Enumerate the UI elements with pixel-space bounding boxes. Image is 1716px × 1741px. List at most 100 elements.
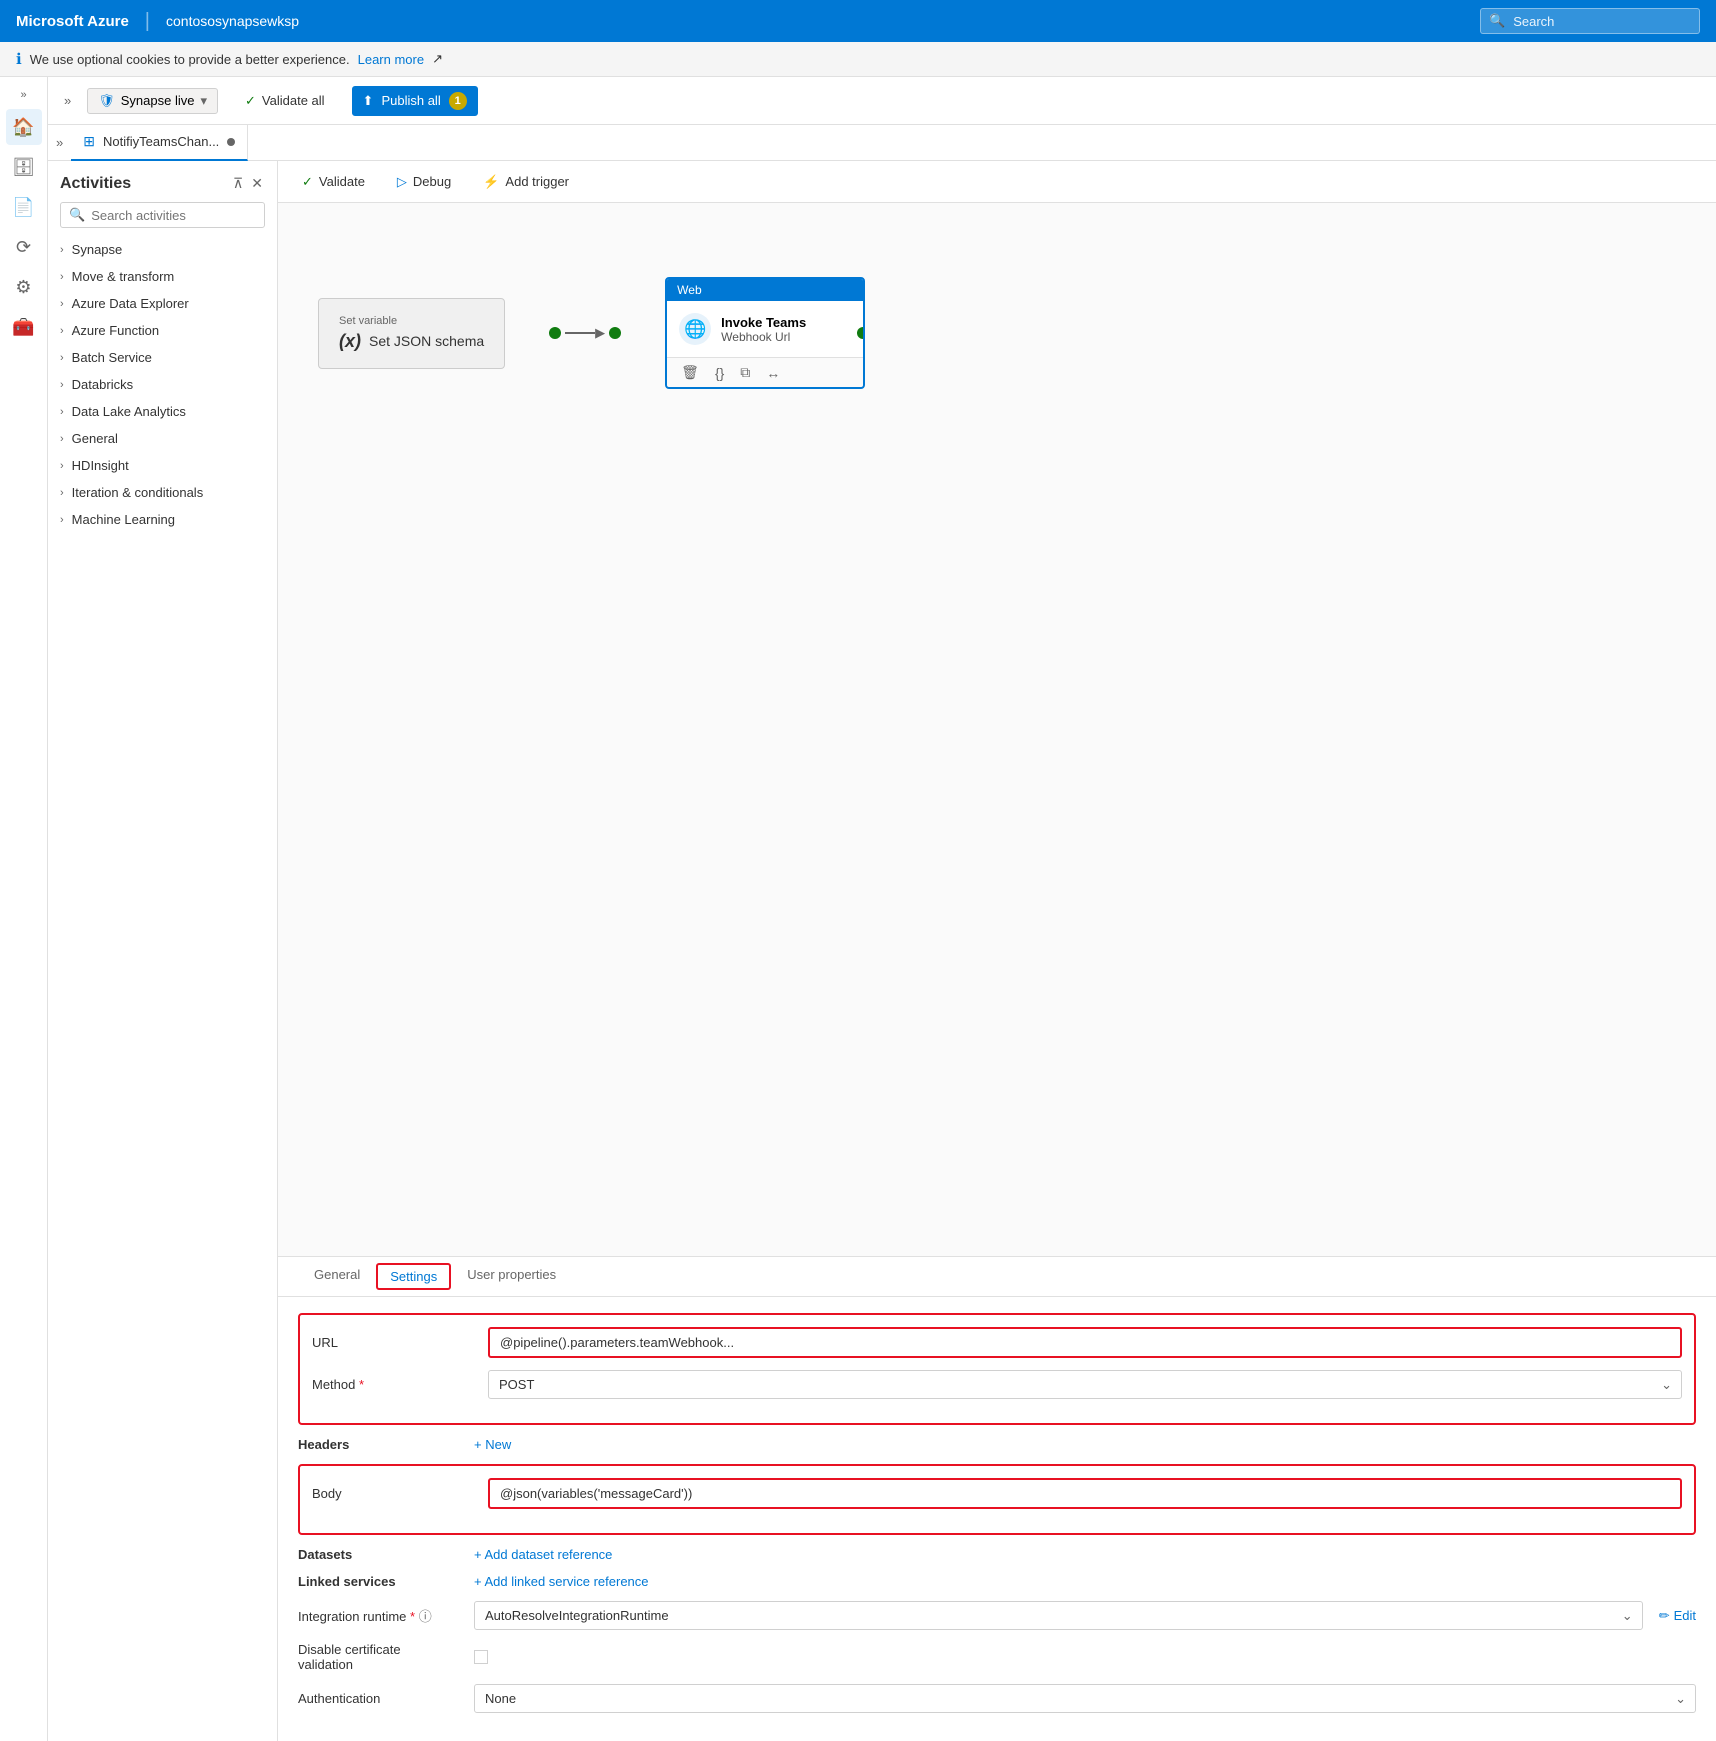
code-btn[interactable]: {} — [711, 362, 728, 383]
activity-group-azure-function[interactable]: › Azure Function — [48, 317, 277, 344]
tab-settings[interactable]: Settings — [376, 1263, 451, 1290]
web-node[interactable]: Web 🌐 Invoke Teams Webhook Url 🗑 — [665, 277, 865, 389]
auth-select[interactable]: None Basic MSI — [474, 1684, 1696, 1713]
add-linked-service-button[interactable]: + Add linked service reference — [474, 1574, 649, 1589]
learn-more-link[interactable]: Learn more — [358, 52, 424, 67]
headers-row: Headers + New — [298, 1437, 1696, 1452]
nav-data[interactable]: 🗄 — [6, 149, 42, 185]
tab-modified-dot — [227, 138, 235, 146]
cookie-banner: ℹ We use optional cookies to provide a b… — [0, 42, 1716, 77]
chevron-icon: › — [60, 514, 64, 526]
headers-new-button[interactable]: + New — [474, 1437, 511, 1452]
activity-group-ml[interactable]: › Machine Learning — [48, 506, 277, 533]
target-dot — [609, 327, 621, 339]
group-label: HDInsight — [72, 458, 129, 473]
info-icon: ⓘ — [419, 1609, 432, 1624]
synapse-label: Synapse live — [121, 93, 195, 108]
method-select-wrapper[interactable]: POST GET PUT DELETE — [488, 1370, 1682, 1399]
chevron-icon: › — [60, 433, 64, 445]
group-label: Batch Service — [72, 350, 152, 365]
method-select[interactable]: POST GET PUT DELETE — [488, 1370, 1682, 1399]
body-input[interactable] — [488, 1478, 1682, 1509]
nav-docs[interactable]: 📄 — [6, 189, 42, 225]
datasets-row: Datasets + Add dataset reference — [298, 1547, 1696, 1562]
node-label: Set JSON schema — [369, 333, 484, 349]
publish-all-button[interactable]: ⬆ Publish all 1 — [352, 86, 478, 116]
integration-runtime-label: Integration runtime * ⓘ — [298, 1606, 458, 1625]
group-label: Azure Function — [72, 323, 159, 338]
chevron-icon: › — [60, 298, 64, 310]
pipeline-canvas: Set variable (x) Set JSON schema ▶ — [278, 203, 1716, 463]
tab-expand-left[interactable]: » — [56, 135, 63, 150]
arrow-btn[interactable]: ↔ — [762, 362, 784, 383]
activity-group-iteration[interactable]: › Iteration & conditionals — [48, 479, 277, 506]
ir-select[interactable]: AutoResolveIntegrationRuntime — [474, 1601, 1643, 1630]
group-label: Databricks — [72, 377, 133, 392]
activity-group-ade[interactable]: › Azure Data Explorer — [48, 290, 277, 317]
output-dot — [857, 327, 865, 339]
toolbar-expand[interactable]: » — [64, 93, 71, 108]
activity-group-batch[interactable]: › Batch Service — [48, 344, 277, 371]
activity-group-move[interactable]: › Move & transform — [48, 263, 277, 290]
settings-panel: General Settings User properties URL — [278, 1256, 1716, 1741]
activities-title: Activities — [60, 175, 131, 193]
tab-user-properties[interactable]: User properties — [451, 1257, 572, 1296]
synapse-dropdown-icon[interactable]: ▾ — [200, 93, 207, 109]
activity-group-datalake[interactable]: › Data Lake Analytics — [48, 398, 277, 425]
activity-group-synapse[interactable]: › Synapse — [48, 236, 277, 263]
auth-select-wrapper[interactable]: None Basic MSI — [474, 1684, 1696, 1713]
activity-group-databricks[interactable]: › Databricks — [48, 371, 277, 398]
chevron-icon: › — [60, 460, 64, 472]
upload-icon: ⬆ — [363, 93, 374, 109]
ir-select-wrapper[interactable]: AutoResolveIntegrationRuntime — [474, 1601, 1643, 1630]
divider: | — [145, 10, 150, 33]
activities-panel: Activities ⊼ ✕ 🔍 › Synapse — [48, 161, 278, 1741]
top-bar: Microsoft Azure | contososynapsewksp 🔍 S… — [0, 0, 1716, 42]
add-trigger-button[interactable]: ⚡ Add trigger — [475, 170, 577, 194]
canvas-workspace[interactable]: Set variable (x) Set JSON schema ▶ — [278, 203, 1716, 1256]
publish-badge: 1 — [449, 92, 467, 110]
activities-search-input[interactable] — [91, 208, 256, 223]
cert-checkbox[interactable] — [474, 1650, 488, 1664]
validate-button[interactable]: ✓ Validate — [294, 170, 373, 194]
node-content: (x) Set JSON schema — [339, 331, 484, 352]
canvas-toolbar: ✓ Validate ▷ Debug ⚡ Add trigger — [278, 161, 1716, 203]
add-dataset-button[interactable]: + Add dataset reference — [474, 1547, 612, 1562]
copy-btn[interactable]: ⧉ — [736, 362, 754, 383]
edit-ir-button[interactable]: ✏ Edit — [1659, 1608, 1696, 1624]
close-panel-btn[interactable]: ✕ — [249, 173, 265, 194]
info-icon: ℹ — [16, 50, 22, 68]
activities-list: › Synapse › Move & transform › Azure Dat… — [48, 236, 277, 1741]
body-box: Body — [298, 1464, 1696, 1535]
collapse-btn[interactable]: ⊼ — [231, 173, 245, 194]
tab-notifiy-teams[interactable]: ⊞ NotifiyTeamsChan... — [71, 125, 248, 161]
web-node-header: Web — [667, 279, 863, 301]
validate-all-button[interactable]: ✓ Validate all — [234, 87, 336, 115]
delete-btn[interactable]: 🗑 — [677, 362, 703, 383]
tab-general[interactable]: General — [298, 1257, 376, 1296]
nav-expand-btn[interactable]: » — [6, 85, 42, 105]
web-node-actions: 🗑 {} ⧉ ↔ — [667, 357, 863, 387]
debug-button[interactable]: ▷ Debug — [389, 170, 459, 194]
nav-home[interactable]: 🏠 — [6, 109, 42, 145]
activity-group-hdinsight[interactable]: › HDInsight — [48, 452, 277, 479]
play-icon: ▷ — [397, 174, 407, 190]
search-placeholder: Search — [1513, 14, 1554, 29]
set-variable-node[interactable]: Set variable (x) Set JSON schema — [318, 298, 505, 369]
body-row: Body — [312, 1478, 1682, 1509]
nav-icons: » 🏠 🗄 📄 ⟳ ⚙ 🧰 — [0, 77, 48, 1741]
settings-tabs: General Settings User properties — [278, 1257, 1716, 1297]
chevron-icon: › — [60, 379, 64, 391]
nav-manage[interactable]: 🧰 — [6, 309, 42, 345]
url-input[interactable] — [488, 1327, 1682, 1358]
group-label: Azure Data Explorer — [72, 296, 189, 311]
validate-icon: ✓ — [245, 93, 256, 109]
group-label: Move & transform — [72, 269, 175, 284]
url-label: URL — [312, 1335, 472, 1350]
nav-integrate[interactable]: ⟳ — [6, 229, 42, 265]
activities-search-box[interactable]: 🔍 — [60, 202, 265, 228]
linked-services-row: Linked services + Add linked service ref… — [298, 1574, 1696, 1589]
search-bar[interactable]: 🔍 Search — [1480, 8, 1700, 34]
nav-monitor[interactable]: ⚙ — [6, 269, 42, 305]
activity-group-general[interactable]: › General — [48, 425, 277, 452]
